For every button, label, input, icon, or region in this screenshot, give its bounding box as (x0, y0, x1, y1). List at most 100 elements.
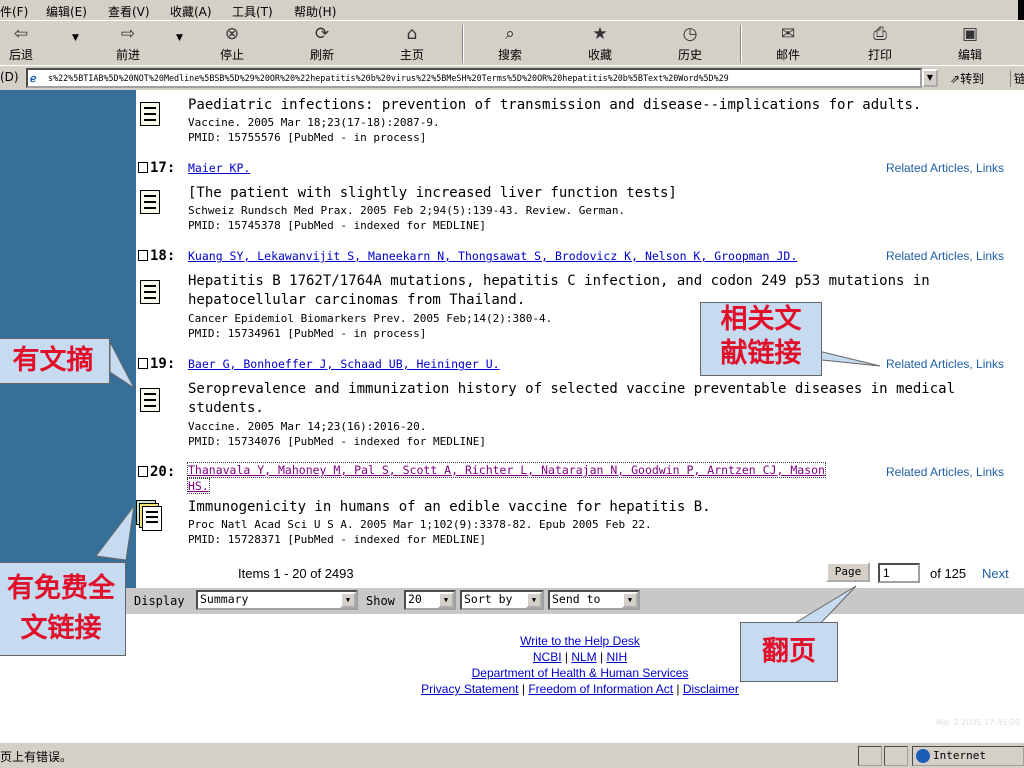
home-button[interactable]: ⌂ 主页 (392, 23, 432, 63)
abstract-doc-icon[interactable] (140, 102, 160, 126)
related-articles-link[interactable]: Related Articles, Links (886, 465, 1004, 479)
dropdown-arrow-icon[interactable]: ▼ (622, 592, 638, 608)
menu-tools[interactable]: 工具(T) (232, 3, 273, 20)
address-dropdown-icon[interactable]: ▼ (922, 69, 938, 87)
show-label: Show (366, 594, 395, 608)
toolbar: ⇦ 后退 ▼ ⇨ 前进 ▼ ⊗ 停止 ⟳ 刷新 ⌂ 主页 ⌕ 搜索 ★ 收藏 ◷… (0, 20, 1024, 66)
footer-separator: | (596, 650, 607, 664)
related-articles-link[interactable]: Related Articles, Links (886, 161, 1004, 175)
toolbar-separator (462, 25, 464, 63)
search-label: 搜索 (497, 48, 522, 62)
stop-label: 停止 (219, 48, 244, 62)
page-button[interactable]: Page (826, 562, 870, 582)
footer-org-links: NCBI | NLM | NIH (136, 650, 1024, 664)
refresh-button[interactable]: ⟳ 刷新 (302, 23, 342, 63)
result-title[interactable]: Immunogenicity in humans of an edible va… (188, 498, 711, 517)
menu-help[interactable]: 帮助(H) (294, 3, 336, 20)
refresh-icon: ⟳ (314, 24, 330, 44)
edit-icon: ▣ (961, 24, 979, 44)
status-text: 页上有错误。 (0, 750, 73, 764)
go-button[interactable]: ⇗转到 (950, 70, 984, 87)
mail-button[interactable]: ✉ 邮件 (768, 23, 808, 63)
display-controls: Display Summary ▼ Show 20 ▼ Sort by ▼ Send … (0, 588, 1024, 614)
page-number-input[interactable]: 1 (878, 563, 920, 583)
privacy-link[interactable]: Privacy Statement (421, 682, 518, 696)
result-authors[interactable]: Thanavala Y, Mahoney M, Pal S, Scott A, … (187, 462, 826, 478)
result-authors[interactable]: Baer G, Bonhoeffer J, Schaad UB, Heining… (188, 357, 500, 371)
footer: Write to the Help Desk NCBI | NLM | NIH … (136, 614, 1024, 742)
stop-button[interactable]: ⊗ 停止 (212, 23, 252, 63)
foia-link[interactable]: Freedom of Information Act (528, 682, 673, 696)
print-button[interactable]: ⎙ 打印 (860, 23, 900, 63)
nlm-link[interactable]: NLM (571, 650, 596, 664)
favorites-button[interactable]: ★ 收藏 (580, 23, 620, 63)
disclaimer-link[interactable]: Disclaimer (683, 682, 739, 696)
dhhs-link[interactable]: Department of Health & Human Services (136, 666, 1024, 680)
result-checkbox[interactable] (138, 162, 148, 173)
back-button[interactable]: ⇦ 后退 (4, 23, 38, 63)
result-checkbox[interactable] (138, 250, 148, 261)
result-authors[interactable]: HS. (187, 478, 210, 494)
display-format-select[interactable]: Summary ▼ (196, 590, 358, 610)
abstract-callout: 有文摘 (0, 338, 110, 384)
result-title[interactable]: students. (188, 399, 264, 418)
abstract-doc-icon[interactable] (140, 280, 160, 304)
sort-select[interactable]: Sort by ▼ (460, 590, 544, 610)
forward-arrow-icon: ⇨ (120, 24, 136, 44)
result-title[interactable]: Seroprevalence and immunization history … (188, 380, 955, 399)
show-count-value: 20 (408, 592, 422, 606)
free-fulltext-icon[interactable] (136, 500, 162, 532)
security-zone: Internet (912, 746, 1024, 766)
footer-separator: | (518, 682, 529, 696)
edit-button[interactable]: ▣ 编辑 (950, 23, 990, 63)
related-articles-link[interactable]: Related Articles, Links (886, 249, 1004, 263)
menu-view[interactable]: 查看(V) (108, 3, 150, 20)
result-authors[interactable]: Kuang SY, Lekawanvijit S, Maneekarn N, T… (188, 249, 797, 263)
result-citation: Cancer Epidemiol Biomarkers Prev. 2005 F… (188, 312, 553, 325)
search-icon: ⌕ (505, 24, 515, 44)
status-panel (858, 746, 882, 766)
result-title[interactable]: Paediatric infections: prevention of tra… (188, 96, 921, 115)
forward-dropdown-icon[interactable]: ▼ (176, 33, 183, 43)
help-desk-link[interactable]: Write to the Help Desk (136, 634, 1024, 648)
dropdown-arrow-icon[interactable]: ▼ (526, 592, 542, 608)
nih-link[interactable]: NIH (606, 650, 627, 664)
abstract-doc-icon[interactable] (140, 190, 160, 214)
result-pmid: PMID: 15734076 [PubMed - indexed for MED… (188, 435, 487, 448)
menu-file[interactable]: 件(F) (0, 3, 28, 20)
address-input[interactable]: ℯ s%22%5BTIAB%5D%20NOT%20Medline%5BSB%5D… (26, 68, 922, 88)
related-articles-link[interactable]: Related Articles, Links (886, 357, 1004, 371)
dropdown-arrow-icon[interactable]: ▼ (340, 592, 356, 608)
show-count-select[interactable]: 20 ▼ (404, 590, 456, 610)
links-button[interactable]: 链 (1010, 70, 1024, 87)
search-button[interactable]: ⌕ 搜索 (490, 23, 530, 63)
back-dropdown-icon[interactable]: ▼ (72, 33, 79, 43)
menu-favorites[interactable]: 收藏(A) (170, 3, 212, 20)
forward-button[interactable]: ⇨ 前进 (108, 23, 148, 63)
callout-line: 相关文 (720, 304, 802, 335)
result-number: 18: (138, 248, 175, 264)
send-to-select[interactable]: Send to ▼ (548, 590, 640, 610)
mail-icon: ✉ (780, 24, 796, 44)
result-checkbox[interactable] (138, 358, 148, 369)
result-title[interactable]: Hepatitis B 1762T/1764A mutations, hepat… (188, 272, 930, 291)
footer-separator: | (673, 682, 683, 696)
result-pmid: PMID: 15755576 [PubMed - in process] (188, 131, 427, 144)
result-pmid: PMID: 15728371 [PubMed - indexed for MED… (188, 533, 487, 546)
result-title[interactable]: hepatocellular carcinomas from Thailand. (188, 291, 525, 310)
result-title[interactable]: [The patient with slightly increased liv… (188, 184, 677, 203)
result-pmid: PMID: 15734961 [PubMed - in process] (188, 327, 427, 340)
ncbi-link[interactable]: NCBI (533, 650, 562, 664)
dropdown-arrow-icon[interactable]: ▼ (438, 592, 454, 608)
home-label: 主页 (399, 48, 424, 62)
result-checkbox[interactable] (138, 466, 148, 477)
menu-edit[interactable]: 编辑(E) (46, 3, 87, 20)
history-button[interactable]: ◷ 历史 (670, 23, 710, 63)
result-number: 19: (138, 356, 175, 372)
result-authors[interactable]: Maier KP. (188, 161, 250, 175)
abstract-doc-icon[interactable] (140, 388, 160, 412)
send-to-value: Send to (552, 592, 601, 606)
result-citation: Schweiz Rundsch Med Prax. 2005 Feb 2;94(… (188, 204, 626, 217)
next-page-link[interactable]: Next (982, 566, 1009, 581)
items-count: Items 1 - 20 of 2493 (238, 566, 354, 581)
